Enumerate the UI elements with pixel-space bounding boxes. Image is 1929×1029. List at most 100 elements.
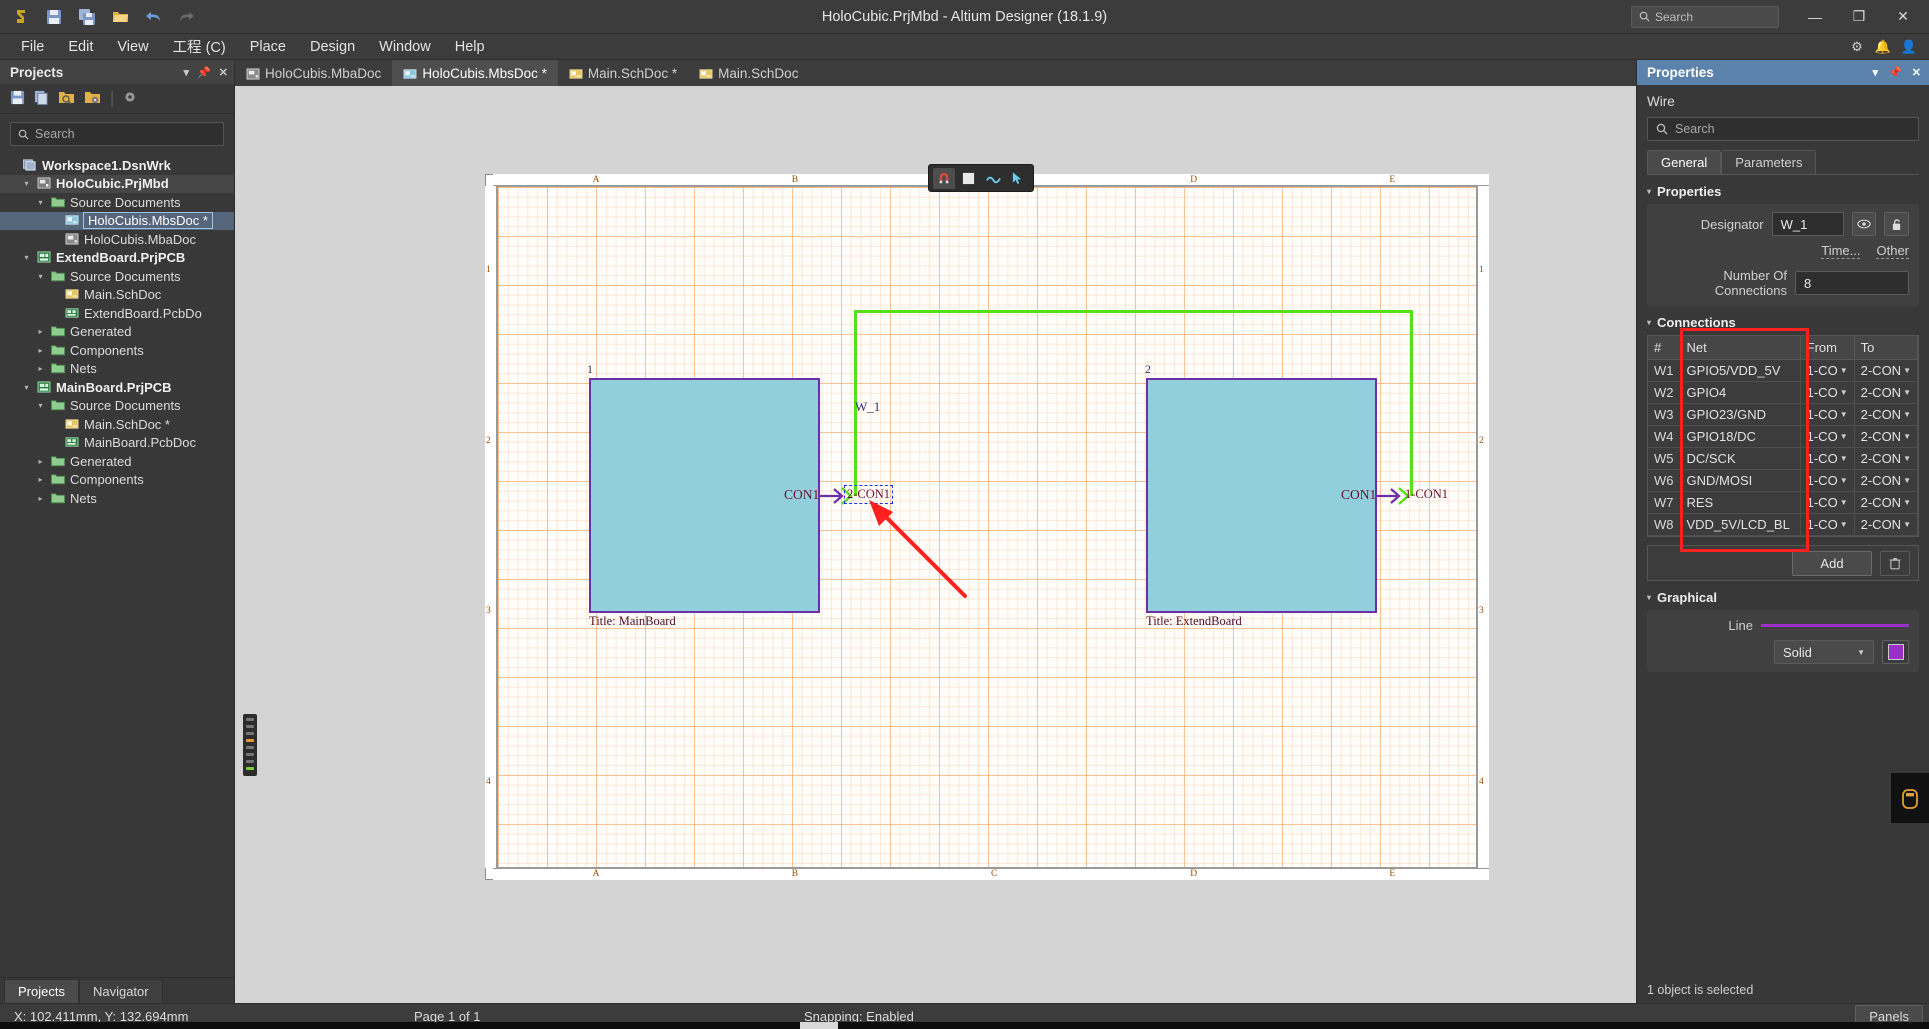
tree-item-source-documents[interactable]: ▾ Source Documents bbox=[0, 397, 234, 416]
tree-item-workspace1-dsnwrk[interactable]: Workspace1.DsnWrk bbox=[0, 156, 234, 175]
menu-design[interactable]: Design bbox=[299, 35, 366, 59]
menu-file[interactable]: File bbox=[10, 35, 55, 59]
cell-to[interactable]: 2-CON ▼ bbox=[1854, 425, 1919, 448]
menu-place[interactable]: Place bbox=[239, 35, 297, 59]
other-link[interactable]: Other bbox=[1876, 243, 1909, 259]
lock-icon[interactable] bbox=[1884, 212, 1909, 236]
cell-from[interactable]: 1-CO ▼ bbox=[1800, 425, 1855, 448]
floating-toolbar[interactable] bbox=[928, 164, 1034, 192]
magnet-icon[interactable] bbox=[933, 167, 956, 189]
global-search-input[interactable]: Search bbox=[1631, 5, 1779, 28]
chevron-down-icon[interactable]: ▼ bbox=[1840, 454, 1848, 463]
tree-item-nets[interactable]: ▸ Nets bbox=[0, 489, 234, 508]
tree-item-main-schdoc[interactable]: Main.SchDoc bbox=[0, 286, 234, 305]
column-header-num[interactable]: # bbox=[1648, 336, 1681, 360]
chevron-down-icon[interactable]: ▾ bbox=[184, 66, 190, 79]
properties-search-input[interactable]: Search bbox=[1647, 117, 1919, 141]
connections-table[interactable]: # Net From To W1 GPIO5/VDD_5V 1-CO ▼ 2-CON ▼ W2 GP… bbox=[1648, 336, 1919, 536]
document-tab-1[interactable]: HoloCubis.MbsDoc * bbox=[392, 60, 558, 86]
eye-icon[interactable] bbox=[1851, 212, 1877, 236]
tree-item-components[interactable]: ▸ Components bbox=[0, 341, 234, 360]
tree-item-holocubis-mbadoc[interactable]: HoloCubis.MbaDoc bbox=[0, 230, 234, 249]
open-project-icon[interactable] bbox=[58, 90, 75, 108]
cell-net[interactable]: DC/SCK bbox=[1680, 447, 1801, 470]
cell-from[interactable]: 1-CO ▼ bbox=[1800, 469, 1855, 492]
save-all-icon[interactable] bbox=[72, 3, 102, 31]
cell-from[interactable]: 1-CO ▼ bbox=[1800, 491, 1855, 514]
chevron-down-icon[interactable]: ▼ bbox=[1840, 476, 1848, 485]
table-row[interactable]: W1 GPIO5/VDD_5V 1-CO ▼ 2-CON ▼ bbox=[1648, 359, 1919, 382]
cell-net[interactable]: GPIO18/DC bbox=[1680, 425, 1801, 448]
chevron-down-icon[interactable]: ▼ bbox=[1903, 498, 1911, 507]
table-row[interactable]: W6 GND/MOSI 1-CO ▼ 2-CON ▼ bbox=[1648, 469, 1919, 492]
properties-section-header[interactable]: ▾ Properties bbox=[1637, 175, 1929, 204]
table-row[interactable]: W8 VDD_5V/LCD_BL 1-CO ▼ 2-CON ▼ bbox=[1648, 513, 1919, 536]
chevron-down-icon[interactable]: ▼ bbox=[1840, 498, 1848, 507]
tree-item-extendboard-pcbdo[interactable]: ExtendBoard.PcbDo bbox=[0, 304, 234, 323]
cell-net[interactable]: VDD_5V/LCD_BL bbox=[1680, 513, 1801, 536]
cell-net[interactable]: GND/MOSI bbox=[1680, 469, 1801, 492]
chevron-down-icon[interactable]: ▼ bbox=[1903, 520, 1911, 529]
collapse-arrow-icon[interactable]: ▸ bbox=[34, 346, 47, 355]
designator-input[interactable]: W_1 bbox=[1771, 212, 1844, 236]
cell-net[interactable]: GPIO23/GND bbox=[1680, 403, 1801, 426]
line-color-swatch[interactable] bbox=[1882, 640, 1909, 664]
tree-item-source-documents[interactable]: ▾ Source Documents bbox=[0, 267, 234, 286]
bell-icon[interactable]: 🔔 bbox=[1871, 36, 1895, 58]
expand-arrow-icon[interactable]: ▾ bbox=[34, 272, 47, 281]
cell-id[interactable]: W8 bbox=[1648, 513, 1681, 536]
collapse-arrow-icon[interactable]: ▸ bbox=[34, 457, 47, 466]
project-settings-icon[interactable] bbox=[84, 90, 101, 108]
cell-to[interactable]: 2-CON ▼ bbox=[1854, 491, 1919, 514]
table-row[interactable]: W4 GPIO18/DC 1-CO ▼ 2-CON ▼ bbox=[1648, 425, 1919, 448]
document-tab-bar[interactable]: HoloCubis.MbaDoc HoloCubis.MbsDoc * Main.S… bbox=[235, 60, 1636, 86]
line-style-select[interactable]: Solid ▼ bbox=[1774, 640, 1874, 664]
chevron-down-icon[interactable]: ▼ bbox=[1840, 520, 1848, 529]
minimize-button[interactable]: — bbox=[1793, 0, 1837, 34]
menu-project[interactable]: 工程 (C) bbox=[162, 32, 237, 61]
tree-item-holocubic-prjmbd[interactable]: ▾ HoloCubic.PrjMbd bbox=[0, 174, 234, 193]
column-header-from[interactable]: From bbox=[1800, 336, 1855, 360]
cell-id[interactable]: W6 bbox=[1648, 469, 1681, 492]
connections-section-header[interactable]: ▾ Connections bbox=[1637, 306, 1929, 335]
chevron-down-icon[interactable]: ▼ bbox=[1903, 432, 1911, 441]
tree-item-mainboard-pcbdoc[interactable]: MainBoard.PcbDoc bbox=[0, 434, 234, 453]
menu-window[interactable]: Window bbox=[368, 35, 442, 59]
cell-from[interactable]: 1-CO ▼ bbox=[1800, 447, 1855, 470]
schematic-canvas[interactable]: AABBCCDDEE11223344 W_1 1 Title: MainBoar… bbox=[235, 86, 1636, 1003]
num-connections-value[interactable]: 8 bbox=[1795, 271, 1909, 295]
left-edge-toolstrip[interactable] bbox=[243, 714, 257, 776]
save-icon[interactable] bbox=[39, 3, 69, 31]
cell-to[interactable]: 2-CON ▼ bbox=[1854, 403, 1919, 426]
document-tab-3[interactable]: Main.SchDoc bbox=[688, 60, 810, 86]
chevron-down-icon[interactable]: ▼ bbox=[1903, 366, 1911, 375]
tree-item-mainboard-prjpcb[interactable]: ▾ MainBoard.PrjPCB bbox=[0, 378, 234, 397]
pin-icon[interactable]: 📌 bbox=[197, 66, 211, 79]
column-header-to[interactable]: To bbox=[1854, 336, 1919, 360]
gear-icon[interactable] bbox=[123, 90, 137, 107]
chevron-down-icon[interactable]: ▼ bbox=[1840, 366, 1848, 375]
tree-item-extendboard-prjpcb[interactable]: ▾ ExtendBoard.PrjPCB bbox=[0, 249, 234, 268]
chevron-down-icon[interactable]: ▾ bbox=[1873, 66, 1879, 79]
pin-icon[interactable]: 📌 bbox=[1888, 66, 1902, 79]
cell-to[interactable]: 2-CON ▼ bbox=[1854, 359, 1919, 382]
cell-from[interactable]: 1-CO ▼ bbox=[1800, 403, 1855, 426]
user-icon[interactable]: 👤 bbox=[1897, 36, 1921, 58]
chevron-down-icon[interactable]: ▼ bbox=[1903, 476, 1911, 485]
gear-icon[interactable]: ⚙ bbox=[1845, 36, 1869, 58]
close-icon[interactable]: ✕ bbox=[1912, 66, 1921, 79]
cell-from[interactable]: 1-CO ▼ bbox=[1800, 359, 1855, 382]
table-row[interactable]: W7 RES 1-CO ▼ 2-CON ▼ bbox=[1648, 491, 1919, 514]
maximize-button[interactable]: ❐ bbox=[1837, 0, 1881, 34]
cell-net[interactable]: GPIO5/VDD_5V bbox=[1680, 359, 1801, 382]
time-link[interactable]: Time... bbox=[1821, 243, 1861, 259]
collapse-arrow-icon[interactable]: ▸ bbox=[34, 327, 47, 336]
expand-arrow-icon[interactable]: ▾ bbox=[20, 383, 33, 392]
close-icon[interactable]: ✕ bbox=[219, 66, 228, 79]
wave-icon[interactable] bbox=[982, 168, 1004, 189]
trash-icon[interactable] bbox=[1880, 550, 1910, 576]
altium-logo-icon[interactable] bbox=[6, 3, 36, 31]
tree-item-source-documents[interactable]: ▾ Source Documents bbox=[0, 193, 234, 212]
tree-item-generated[interactable]: ▸ Generated bbox=[0, 323, 234, 342]
menu-view[interactable]: View bbox=[106, 35, 159, 59]
